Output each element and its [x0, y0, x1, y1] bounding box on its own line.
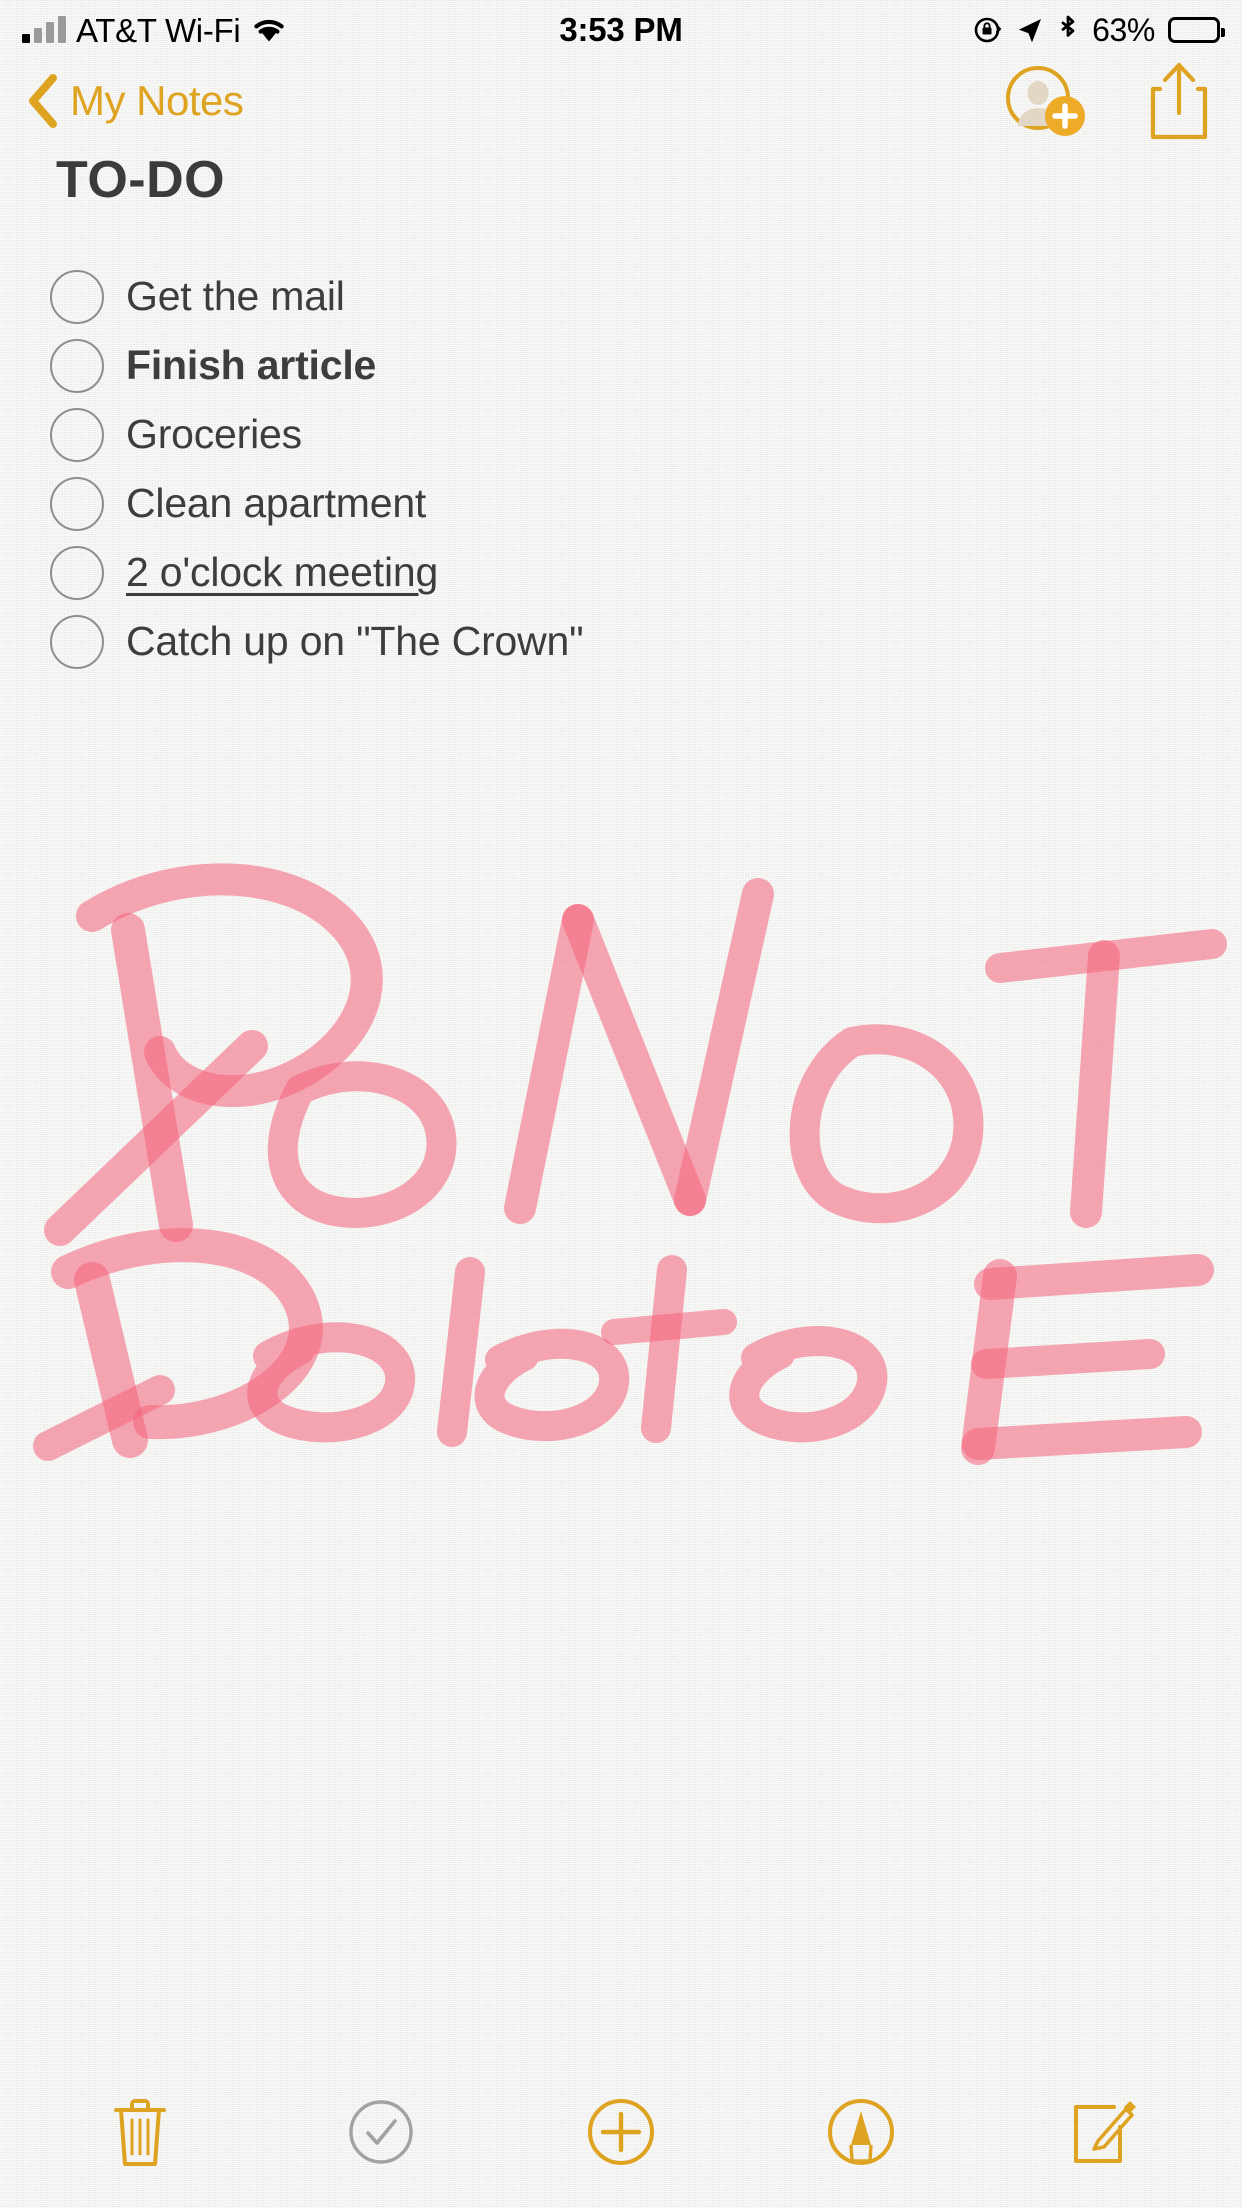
check-circle-icon: [348, 2100, 413, 2164]
compose-button[interactable]: [1037, 2077, 1167, 2187]
checklist-item[interactable]: Finish article: [50, 331, 1202, 400]
checkbox[interactable]: [50, 338, 104, 393]
chevron-left-icon: [29, 74, 57, 128]
back-button-label: My Notes: [70, 77, 244, 124]
bluetooth-icon: [1061, 15, 1075, 37]
markup-button[interactable]: [796, 2077, 926, 2187]
plus-circle-icon: [587, 2099, 654, 2165]
nav-actions: [1002, 61, 1210, 141]
bottom-toolbar: [0, 2070, 1242, 2208]
share-icon[interactable]: [1148, 61, 1210, 141]
checkbox[interactable]: [50, 545, 104, 600]
add-button[interactable]: [556, 2077, 686, 2187]
checklist-item[interactable]: 2 o'clock meeting: [50, 538, 1202, 607]
checklist-item[interactable]: Clean apartment: [50, 469, 1202, 538]
checkbox[interactable]: [50, 407, 104, 462]
checklist: Get the mail Finish article Groceries Cl…: [50, 262, 1202, 676]
status-bar: AT&T Wi-Fi 3:53 PM 63%: [0, 0, 1242, 60]
compose-icon: [1073, 2101, 1136, 2163]
add-person-icon[interactable]: [1002, 64, 1088, 138]
delete-button[interactable]: [75, 2077, 205, 2187]
checklist-button[interactable]: [316, 2077, 446, 2187]
note-title: TO-DO: [56, 151, 226, 209]
checklist-item-label: Clean apartment: [126, 480, 427, 526]
location-arrow-icon: [1019, 19, 1042, 43]
status-bar-right: 63%: [973, 11, 1225, 49]
checklist-item[interactable]: Catch up on "The Crown": [50, 607, 1202, 676]
checklist-item[interactable]: Get the mail: [50, 262, 1202, 331]
navigation-bar: My Notes: [0, 60, 1242, 142]
checklist-item-label: Groceries: [126, 411, 302, 457]
checkbox[interactable]: [50, 476, 104, 531]
battery-percent-label: 63%: [1092, 11, 1155, 48]
rotation-lock-icon: [974, 17, 1002, 43]
battery-icon: [1168, 17, 1225, 43]
checklist-item[interactable]: Groceries: [50, 400, 1202, 469]
markup-pen-icon: [828, 2099, 895, 2165]
checklist-item-label: Finish article: [126, 342, 377, 388]
back-button[interactable]: My Notes: [26, 73, 244, 129]
checkbox[interactable]: [50, 614, 104, 669]
checklist-item-label: 2 o'clock meeting: [126, 549, 439, 595]
checklist-item-label: Get the mail: [126, 273, 345, 319]
trash-icon: [114, 2099, 167, 2166]
checklist-item-label: Catch up on "The Crown": [126, 618, 584, 664]
checkbox[interactable]: [50, 269, 104, 324]
